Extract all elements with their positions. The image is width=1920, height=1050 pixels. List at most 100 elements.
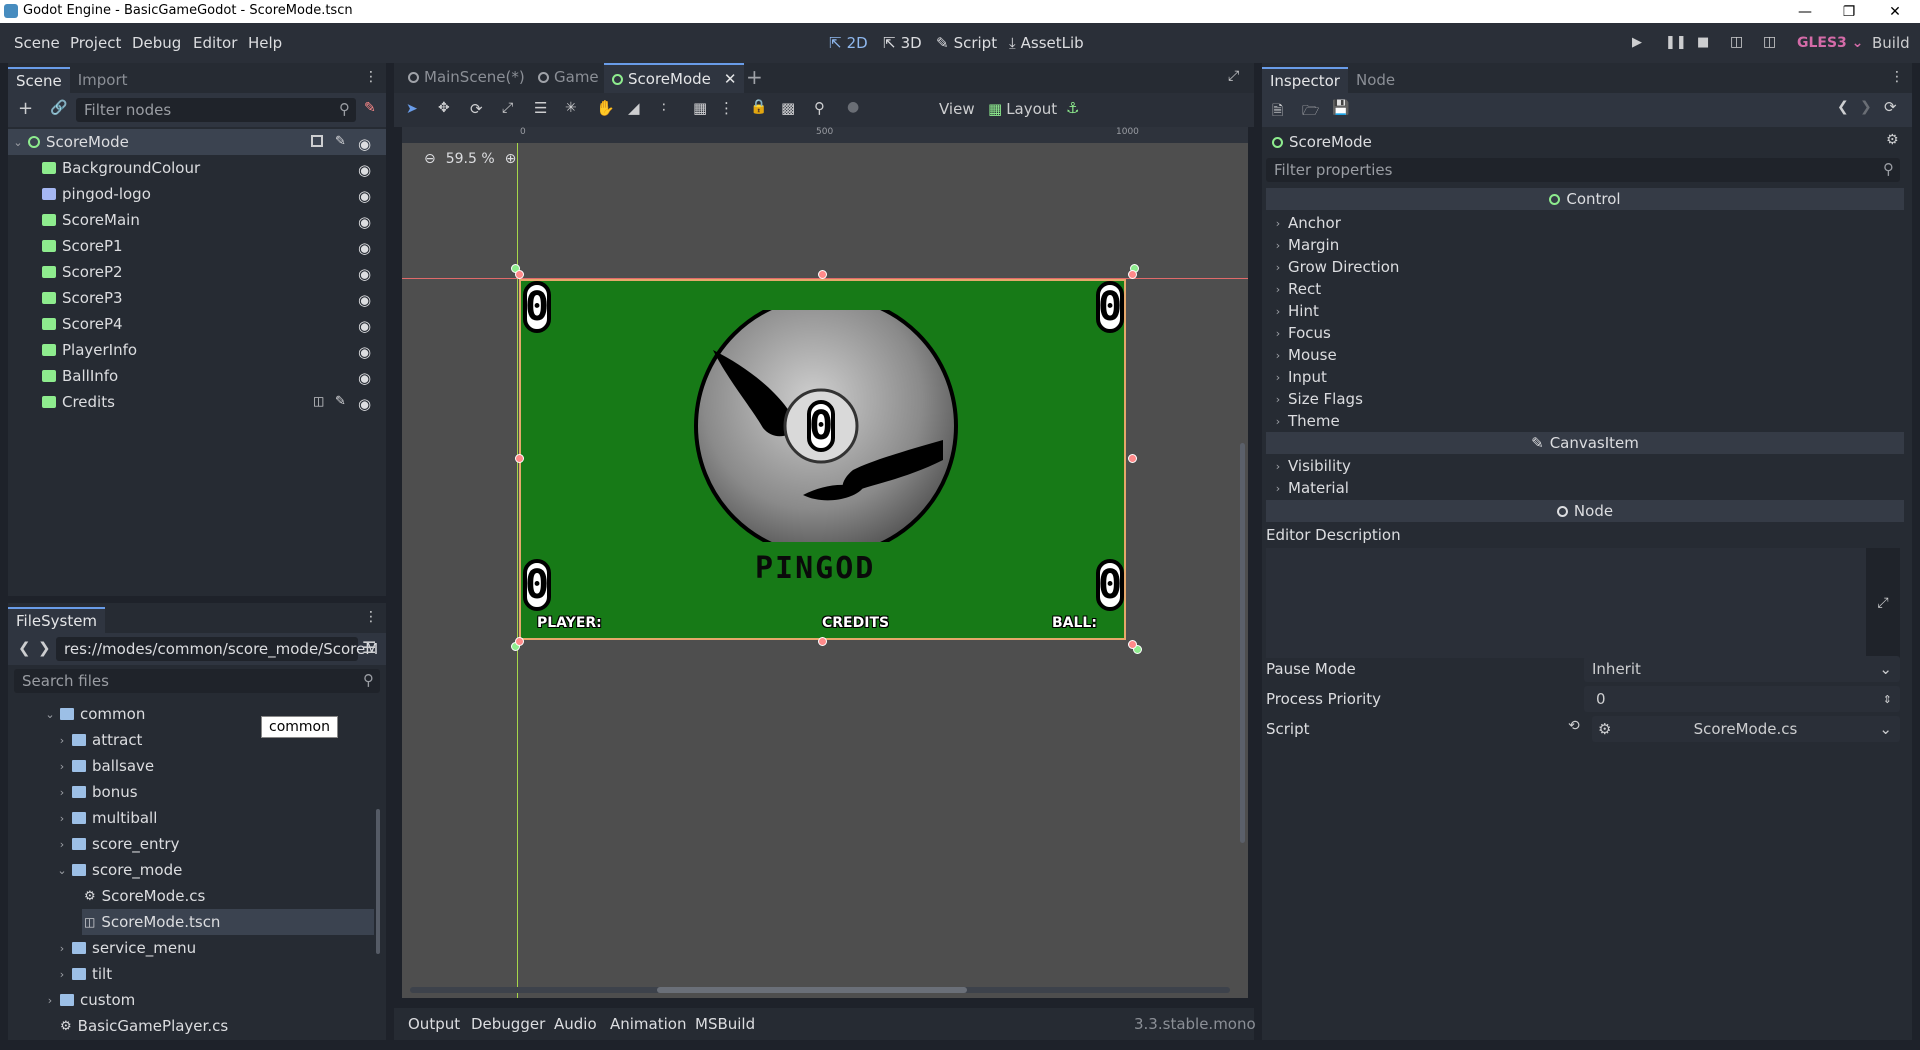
- list-view-icon[interactable]: ☰: [362, 638, 376, 657]
- file-scoremode-cs[interactable]: ⚙ ScoreMode.cs: [84, 883, 205, 909]
- zoom-in-icon[interactable]: ⊕: [505, 151, 517, 167]
- link-icon[interactable]: 🔗: [50, 100, 67, 116]
- folder-attract[interactable]: › attract: [56, 727, 143, 753]
- player-info-label[interactable]: PLAYER:: [537, 615, 602, 631]
- resize-handle[interactable]: [515, 454, 524, 463]
- pivot-tool-icon[interactable]: ✳: [565, 100, 577, 116]
- play-custom-scene-icon[interactable]: ◫: [1763, 34, 1776, 50]
- group-icon[interactable]: ▩: [781, 99, 795, 117]
- chevron-right-icon[interactable]: ›: [56, 838, 68, 851]
- folder-score-entry[interactable]: › score_entry: [56, 831, 180, 857]
- anchor-icon[interactable]: ⚓: [1066, 99, 1079, 117]
- back-arrow-icon[interactable]: ❮: [18, 639, 31, 657]
- chevron-right-icon[interactable]: ›: [56, 760, 68, 773]
- chevron-right-icon[interactable]: ›: [56, 786, 68, 799]
- list-select-icon[interactable]: ☰: [534, 99, 547, 117]
- chevron-right-icon[interactable]: ›: [56, 968, 68, 981]
- visibility-eye-icon[interactable]: ◉: [358, 135, 372, 153]
- maximize-button[interactable]: ❐: [1826, 0, 1872, 23]
- script-icon[interactable]: ✎: [335, 394, 346, 409]
- close-window-button[interactable]: ✕: [1872, 0, 1918, 23]
- lock-icon[interactable]: 🔒: [750, 99, 767, 115]
- section-control[interactable]: Control: [1266, 188, 1904, 210]
- tab-game[interactable]: Game: [538, 68, 599, 86]
- tree-node-scorep1[interactable]: ScoreP1 ◉: [42, 233, 386, 259]
- tab-inspector[interactable]: Inspector: [1262, 67, 1348, 93]
- signal-icon[interactable]: ◫: [313, 394, 324, 408]
- add-node-icon[interactable]: +: [18, 98, 33, 119]
- visibility-eye-icon[interactable]: ◉: [358, 239, 372, 257]
- dock-menu-icon[interactable]: ⋮: [364, 69, 378, 85]
- folder-custom[interactable]: › custom: [44, 987, 135, 1013]
- group-focus[interactable]: › Focus: [1272, 322, 1331, 344]
- score-p3[interactable]: 0: [523, 559, 551, 611]
- resize-handle[interactable]: [515, 270, 524, 279]
- tab-import[interactable]: Import: [70, 67, 136, 93]
- close-tab-icon[interactable]: ✕: [724, 70, 737, 88]
- filter-properties-input[interactable]: Filter properties ⚲: [1266, 158, 1900, 182]
- group-mouse[interactable]: › Mouse: [1272, 344, 1337, 366]
- 2d-viewport[interactable]: ⊖ 59.5 % ⊕ 0 PINGOD 0 0 0 0 PLAYER: CRED…: [402, 143, 1248, 998]
- chevron-down-icon[interactable]: ⌄: [56, 864, 68, 877]
- group-input[interactable]: › Input: [1272, 366, 1327, 388]
- camera-override-icon[interactable]: ●: [847, 99, 859, 115]
- zoom-out-icon[interactable]: ⊖: [424, 151, 436, 167]
- tree-node-scorep2[interactable]: ScoreP2 ◉: [42, 259, 386, 285]
- group-theme[interactable]: › Theme: [1272, 410, 1340, 432]
- forward-arrow-icon[interactable]: ❯: [38, 639, 51, 657]
- stop-icon[interactable]: ■: [1697, 35, 1709, 50]
- horizontal-scrollbar[interactable]: [657, 987, 967, 993]
- minimize-button[interactable]: —: [1782, 0, 1828, 23]
- tree-node-scorep4[interactable]: ScoreP4 ◉: [42, 311, 386, 337]
- pan-tool-icon[interactable]: ✋: [596, 99, 615, 117]
- group-visibility[interactable]: › Visibility: [1272, 455, 1351, 477]
- snap-options-icon[interactable]: ⋮: [719, 99, 734, 117]
- instance-icon[interactable]: [311, 135, 323, 147]
- tree-node-scoremode[interactable]: ⌄ ScoreMode ✎ ◉: [8, 129, 386, 155]
- visibility-eye-icon[interactable]: ◉: [358, 291, 372, 309]
- tab-debugger[interactable]: Debugger: [471, 1015, 545, 1033]
- distraction-free-icon[interactable]: ⤢: [1228, 68, 1239, 84]
- new-tab-plus-icon[interactable]: +: [746, 65, 763, 89]
- tab-filesystem[interactable]: FileSystem: [8, 607, 106, 633]
- chevron-right-icon[interactable]: ›: [44, 994, 56, 1007]
- resize-handle[interactable]: [515, 637, 524, 646]
- tab-scene[interactable]: Scene: [8, 67, 70, 93]
- scale-tool-icon[interactable]: ⤢: [502, 100, 513, 116]
- tab-audio[interactable]: Audio: [554, 1015, 597, 1033]
- tree-node-credits[interactable]: Credits ◫ ✎ ◉: [42, 389, 386, 415]
- spinner-arrows-icon[interactable]: ⇕: [1883, 693, 1892, 706]
- file-basicgameplayer-cs[interactable]: ⚙ BasicGamePlayer.cs: [60, 1013, 228, 1039]
- folder-ballsave[interactable]: › ballsave: [56, 753, 154, 779]
- search-files-input[interactable]: Search files ⚲: [14, 669, 380, 693]
- group-hint[interactable]: › Hint: [1272, 300, 1319, 322]
- resize-handle[interactable]: [818, 270, 827, 279]
- resize-handle[interactable]: [1128, 270, 1137, 279]
- folder-tilt[interactable]: › tilt: [56, 961, 112, 987]
- tree-node-ballinfo[interactable]: BallInfo ◉: [42, 363, 386, 389]
- filter-nodes-input[interactable]: Filter nodes ⚲: [76, 98, 356, 122]
- history-forward-icon[interactable]: ❯: [1860, 99, 1872, 115]
- script-resource-picker[interactable]: ⚙ ScoreMode.cs ⌄: [1592, 716, 1900, 742]
- folder-bonus[interactable]: › bonus: [56, 779, 138, 805]
- chevron-right-icon[interactable]: ›: [56, 812, 68, 825]
- folder-common[interactable]: ⌄ common: [44, 701, 145, 727]
- inspected-object[interactable]: ScoreMode: [1272, 133, 1372, 151]
- zoom-level[interactable]: 59.5 %: [446, 151, 495, 167]
- editor-description-field[interactable]: [1266, 548, 1866, 658]
- resize-handle[interactable]: [818, 637, 827, 646]
- visibility-eye-icon[interactable]: ◉: [358, 395, 372, 413]
- tab-animation[interactable]: Animation: [610, 1015, 686, 1033]
- tab-output[interactable]: Output: [408, 1015, 460, 1033]
- chevron-right-icon[interactable]: ›: [56, 734, 68, 747]
- ruler-tool-icon[interactable]: ◢: [628, 99, 640, 117]
- build-button[interactable]: Build: [1872, 34, 1910, 52]
- section-canvasitem[interactable]: ✎ CanvasItem: [1266, 432, 1904, 454]
- workspace-2d-button[interactable]: ⇱ 2D: [829, 34, 868, 52]
- ball-info-label[interactable]: BALL:: [1052, 615, 1097, 631]
- new-resource-icon[interactable]: 🗎: [1272, 100, 1283, 124]
- menu-project[interactable]: Project: [70, 34, 121, 52]
- pause-mode-dropdown[interactable]: Inherit ⌄: [1584, 656, 1900, 682]
- play-scene-icon[interactable]: ◫: [1730, 34, 1743, 50]
- resize-handle[interactable]: [1128, 640, 1137, 649]
